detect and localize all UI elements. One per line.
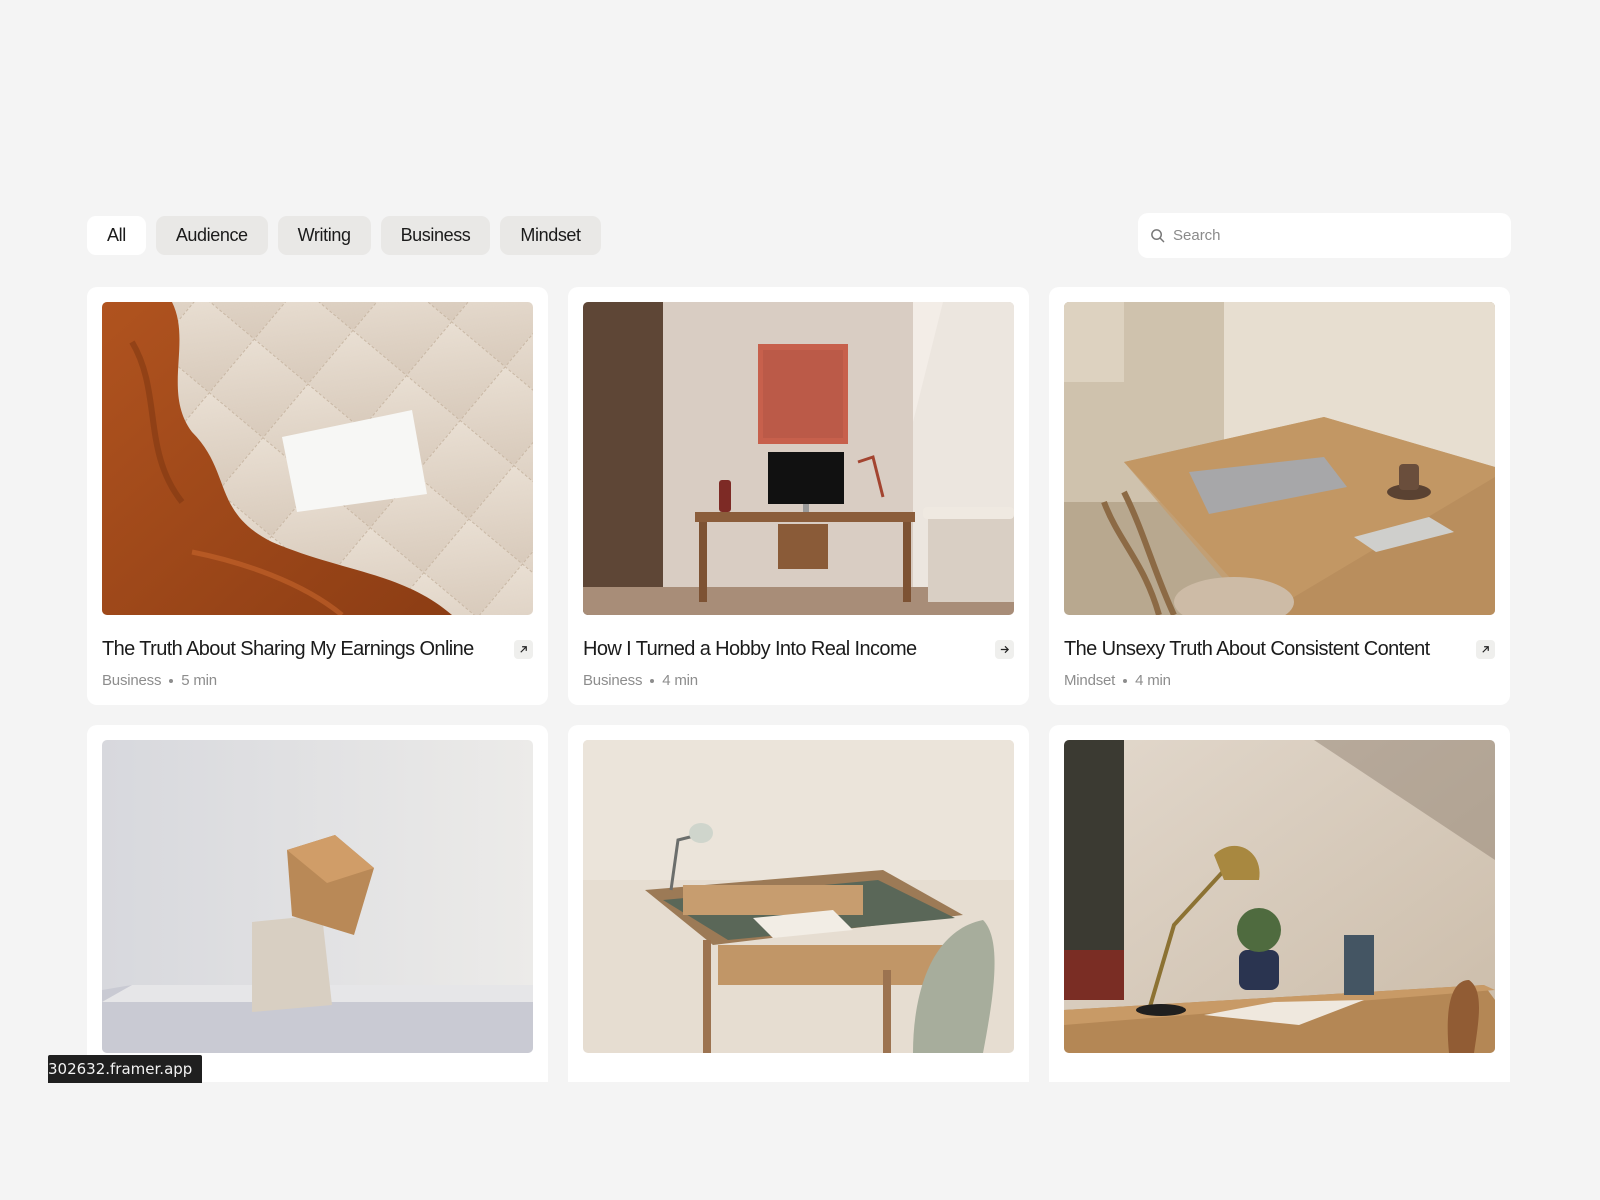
post-meta: Business 4 min xyxy=(583,672,1014,689)
post-category: Mindset xyxy=(1064,672,1116,689)
post-meta: Mindset 4 min xyxy=(1064,672,1495,689)
post-title-row: The Truth About Sharing My Earnings Onli… xyxy=(102,638,533,661)
post-thumbnail xyxy=(102,302,533,615)
filter-chip-audience[interactable]: Audience xyxy=(155,216,268,255)
arrow-right-icon[interactable] xyxy=(995,640,1014,659)
post-card[interactable]: How I Turned a Hobby Into Real Income Bu… xyxy=(568,287,1029,705)
post-card[interactable] xyxy=(568,725,1029,1082)
meta-separator xyxy=(1123,678,1128,683)
post-category: Business xyxy=(583,672,643,689)
arrow-up-right-icon[interactable] xyxy=(514,640,533,659)
post-thumbnail xyxy=(583,302,1014,615)
link-status-bar: 302632.framer.app xyxy=(48,1055,203,1083)
posts-grid-viewport: The Truth About Sharing My Earnings Onli… xyxy=(87,287,1511,1082)
post-title-row: How I Turned a Hobby Into Real Income xyxy=(583,638,1014,661)
search-icon xyxy=(1151,229,1165,243)
post-read-time: 5 min xyxy=(181,672,217,689)
post-thumbnail xyxy=(583,740,1014,1053)
filter-chip-business[interactable]: Business xyxy=(380,216,491,255)
blog-page: All Audience Writing Business Mindset Se… xyxy=(0,0,1600,1200)
filter-chip-mindset[interactable]: Mindset xyxy=(500,216,601,255)
search-input[interactable] xyxy=(1173,227,1493,244)
post-title[interactable]: The Unsexy Truth About Consistent Conten… xyxy=(1064,638,1430,661)
post-card[interactable]: The Unsexy Truth About Consistent Conten… xyxy=(1049,287,1510,705)
post-title[interactable]: The Truth About Sharing My Earnings Onli… xyxy=(102,638,474,661)
search-box[interactable] xyxy=(1138,213,1511,258)
post-meta: Business 5 min xyxy=(102,672,533,689)
post-thumbnail xyxy=(1064,302,1495,615)
filter-bar: All Audience Writing Business Mindset xyxy=(87,213,1511,258)
status-url-text: 302632.framer.app xyxy=(48,1060,193,1078)
post-category: Business xyxy=(102,672,162,689)
post-read-time: 4 min xyxy=(662,672,698,689)
post-read-time: 4 min xyxy=(1135,672,1171,689)
post-card[interactable] xyxy=(1049,725,1510,1082)
post-title[interactable]: How I Turned a Hobby Into Real Income xyxy=(583,638,917,661)
meta-separator xyxy=(169,678,174,683)
post-thumbnail xyxy=(102,740,533,1053)
post-card[interactable] xyxy=(87,725,548,1082)
filter-chip-writing[interactable]: Writing xyxy=(277,216,371,255)
posts-grid: The Truth About Sharing My Earnings Onli… xyxy=(87,287,1511,1082)
meta-separator xyxy=(650,678,655,683)
arrow-up-right-icon[interactable] xyxy=(1476,640,1495,659)
filter-chip-all[interactable]: All xyxy=(87,216,146,255)
category-filters: All Audience Writing Business Mindset xyxy=(87,216,601,255)
post-thumbnail xyxy=(1064,740,1495,1053)
post-card[interactable]: The Truth About Sharing My Earnings Onli… xyxy=(87,287,548,705)
post-title-row: The Unsexy Truth About Consistent Conten… xyxy=(1064,638,1495,661)
